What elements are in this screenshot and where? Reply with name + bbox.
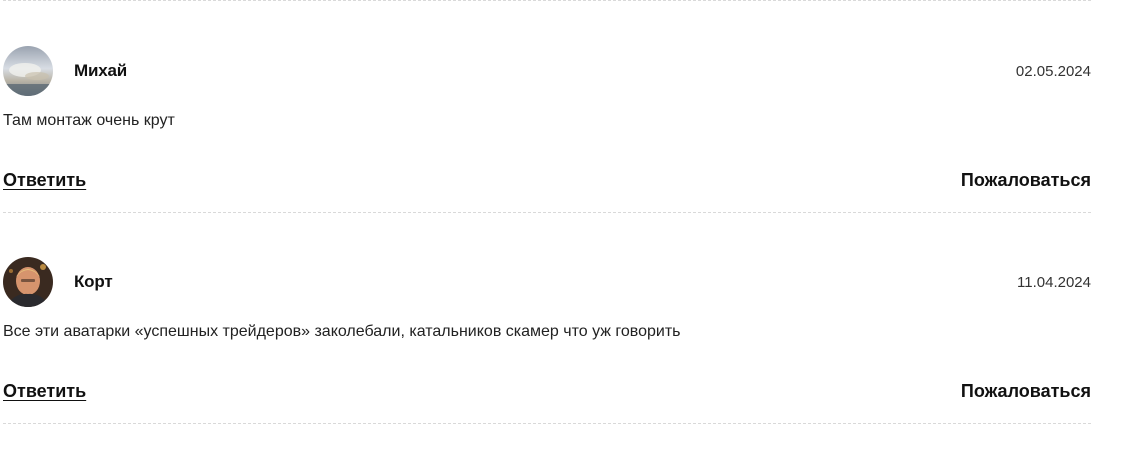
report-link[interactable]: Пожаловаться [961, 170, 1091, 191]
comment-item: Михай 02.05.2024 Там монтаж очень крут О… [3, 46, 1091, 246]
comment-divider [3, 212, 1091, 213]
report-link[interactable]: Пожаловаться [961, 381, 1091, 402]
comment-date: 02.05.2024 [1015, 63, 1091, 80]
comment-text: Все эти аватарки «успешных трейдеров» за… [3, 323, 681, 340]
comment-author: Корт [74, 272, 113, 291]
reply-link[interactable]: Ответить [3, 170, 86, 191]
comment-date: 11.04.2024 [1017, 274, 1091, 291]
comment-author: Михай [74, 61, 127, 80]
avatar[interactable] [3, 257, 53, 307]
reply-link[interactable]: Ответить [3, 381, 86, 402]
comment-text: Там монтаж очень крут [3, 112, 175, 129]
comment-divider [3, 0, 1091, 1]
avatar[interactable] [3, 46, 53, 96]
comment-item: Корт 11.04.2024 Все эти аватарки «успешн… [3, 257, 1091, 457]
comment-divider [3, 423, 1091, 424]
